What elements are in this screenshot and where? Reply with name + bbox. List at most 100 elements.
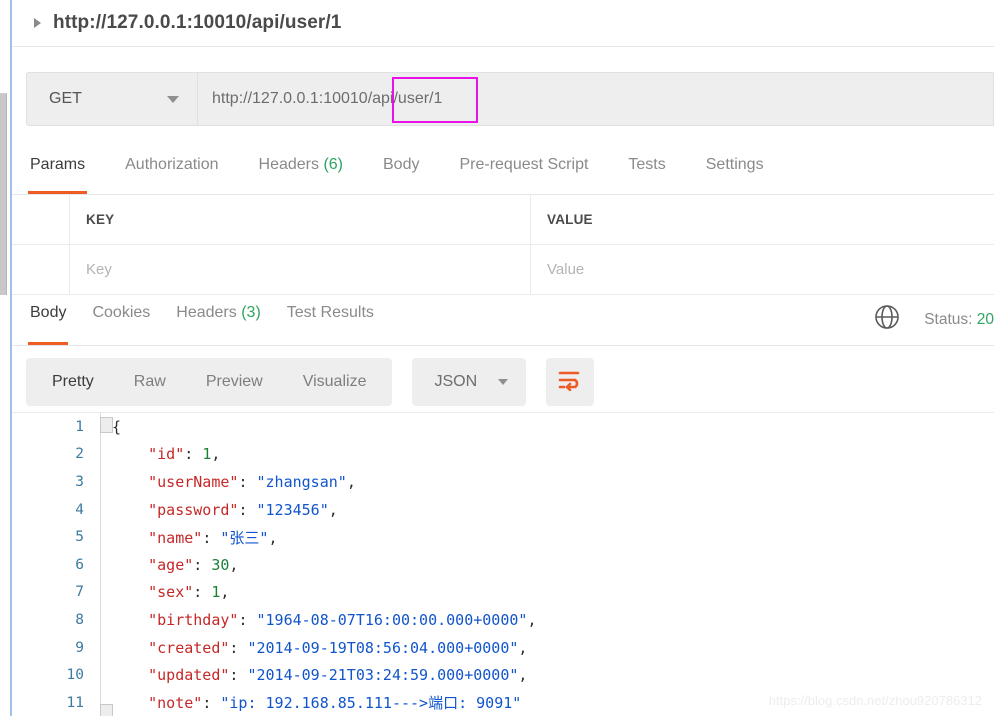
code-token: : <box>202 528 221 547</box>
tab-pre-request-script[interactable]: Pre-request Script <box>459 148 588 194</box>
wrap-lines-icon <box>558 369 582 396</box>
response-view-raw[interactable]: Raw <box>134 373 166 391</box>
wrap-lines-button[interactable] <box>546 358 595 406</box>
response-view-visualize[interactable]: Visualize <box>303 373 367 391</box>
tab-headers[interactable]: Headers (6) <box>259 148 343 194</box>
params-table: KEY VALUE Key Value <box>12 195 994 295</box>
code-token: , <box>229 555 239 574</box>
tab-settings[interactable]: Settings <box>706 148 764 194</box>
code-line: 5 "name": "张三", <box>12 523 994 551</box>
tab-label: Params <box>30 156 86 173</box>
params-header-value-label: VALUE <box>547 212 593 227</box>
code-token: "birthday" <box>112 610 239 629</box>
url-input[interactable]: http://127.0.0.1:10010/api/user/1 <box>198 72 994 126</box>
param-key-placeholder: Key <box>86 261 112 278</box>
response-tab-test-results[interactable]: Test Results <box>287 296 374 345</box>
response-tab-headers[interactable]: Headers (3) <box>176 296 260 345</box>
http-method-select[interactable]: GET <box>26 72 198 126</box>
code-token: , <box>346 472 356 491</box>
code-token: "123456" <box>256 500 329 519</box>
code-token: : <box>238 610 257 629</box>
code-token: "name" <box>112 528 203 547</box>
code-line: 6 "age": 30, <box>12 551 994 579</box>
code-line-text: "name": "张三", <box>84 527 277 548</box>
chevron-down-icon <box>167 95 179 103</box>
status-code: 20 <box>976 310 994 328</box>
status-label: Status: <box>924 310 973 328</box>
tab-label: Authorization <box>125 156 219 173</box>
code-line: 10 "updated": "2014-09-21T03:24:59.000+0… <box>12 661 994 689</box>
params-row-gutter <box>12 245 70 294</box>
params-header-gutter <box>12 195 70 244</box>
code-token: "ip: 192.168.85.111--->端口: 9091" <box>220 694 522 713</box>
code-token: "age" <box>112 555 194 574</box>
response-tab-cookies[interactable]: Cookies <box>92 296 150 345</box>
response-view-modes: Pretty Raw Preview Visualize <box>26 358 393 406</box>
line-number: 3 <box>75 473 84 490</box>
response-format-select[interactable]: JSON <box>412 358 527 406</box>
response-tab-body[interactable]: Body <box>27 296 69 345</box>
code-token: , <box>268 528 278 547</box>
code-token: : <box>238 472 257 491</box>
line-number: 4 <box>75 501 84 518</box>
params-header-value: VALUE <box>531 195 994 244</box>
tab-body[interactable]: Body <box>383 148 419 194</box>
code-line: 7 "sex": 1, <box>12 579 994 607</box>
code-token: { <box>112 417 122 436</box>
code-fold-close-marker[interactable] <box>100 704 113 716</box>
code-line: 8 "birthday": "1964-08-07T16:00:00.000+0… <box>12 606 994 634</box>
tab-label: Tests <box>628 156 666 173</box>
code-line: 9 "created": "2014-09-19T08:56:04.000+00… <box>12 634 994 662</box>
tab-label: Settings <box>705 156 764 173</box>
code-line: 3 "userName": "zhangsan", <box>12 468 994 496</box>
code-token: "2014-09-19T08:56:04.000+0000" <box>247 638 519 657</box>
params-header-key-label: KEY <box>86 212 115 227</box>
code-token: , <box>527 610 537 629</box>
params-header-key: KEY <box>70 195 531 244</box>
code-token: : <box>202 694 221 713</box>
code-line-text: "id": 1, <box>84 445 220 463</box>
response-view-pretty[interactable]: Pretty <box>52 373 94 391</box>
param-key-input[interactable]: Key <box>70 245 531 294</box>
response-format-label: JSON <box>434 373 478 390</box>
line-number: 8 <box>75 611 84 628</box>
code-token: "note" <box>112 694 203 713</box>
code-token: "1964-08-07T16:00:00.000+0000" <box>256 610 528 629</box>
expand-caret-icon[interactable] <box>34 18 41 28</box>
code-line-text: "userName": "zhangsan", <box>84 473 356 491</box>
line-number: 5 <box>75 529 84 546</box>
code-token: "张三" <box>220 528 269 547</box>
code-fold-open-marker[interactable] <box>100 417 113 433</box>
line-number: 10 <box>66 667 84 684</box>
response-meta: Status: 20 <box>874 304 994 335</box>
tab-label: Headers <box>176 304 237 321</box>
response-tabs: Body Cookies Headers (3) Test Results Statu… <box>12 296 994 346</box>
tab-count: (6) <box>319 156 343 173</box>
line-number: 1 <box>75 418 84 435</box>
tab-tests[interactable]: Tests <box>628 148 665 194</box>
response-view-preview[interactable]: Preview <box>206 373 263 391</box>
param-value-input[interactable]: Value <box>531 245 994 294</box>
globe-icon[interactable] <box>874 304 900 335</box>
code-token: , <box>220 583 230 602</box>
code-line: 1{ <box>12 413 994 441</box>
code-token: : <box>193 583 212 602</box>
code-token: , <box>518 638 528 657</box>
tab-authorization[interactable]: Authorization <box>125 148 218 194</box>
table-row: Key Value <box>12 245 994 295</box>
page-title: http://127.0.0.1:10010/api/user/1 <box>53 12 342 33</box>
tab-label: Body <box>30 304 67 321</box>
request-tabs: Params Authorization Headers (6) Body Pre-re… <box>12 148 994 195</box>
url-value: http://127.0.0.1:10010/api/user/1 <box>212 90 443 107</box>
response-body-code[interactable]: 1{2 "id": 1, 3 "userName": "zhangsan", 4 "… <box>12 413 994 716</box>
code-line-text: "age": 30, <box>84 556 238 574</box>
code-token: , <box>211 445 221 464</box>
params-table-header-row: KEY VALUE <box>12 195 994 245</box>
left-scrollbar[interactable] <box>0 93 7 295</box>
code-token: "userName" <box>112 472 239 491</box>
tab-params[interactable]: Params <box>27 148 88 194</box>
param-value-placeholder: Value <box>547 261 585 278</box>
code-token: 1 <box>202 445 212 464</box>
code-line-text: "updated": "2014-09-21T03:24:59.000+0000… <box>84 666 527 684</box>
code-token: : <box>229 666 248 685</box>
